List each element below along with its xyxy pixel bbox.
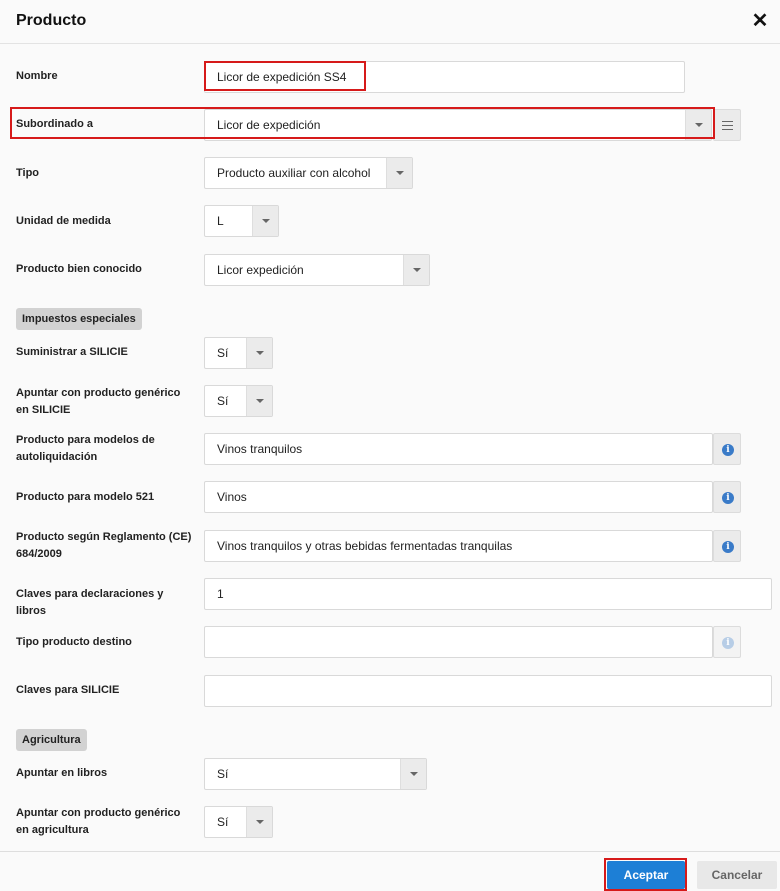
section-agricultura: Agricultura (16, 729, 87, 751)
suministrar-silicie-select[interactable]: Sí (204, 337, 273, 369)
claves-declaraciones-input[interactable]: 1 (204, 578, 772, 610)
reglamento-label: Producto según Reglamento (CE) 684/2009 (16, 531, 192, 560)
tipo-producto-destino-input[interactable] (204, 626, 713, 658)
modelo-521-label: Producto para modelo 521 (16, 491, 155, 503)
tipo-label: Tipo (16, 167, 40, 179)
nombre-input[interactable]: Licor de expedición SS4 (204, 61, 685, 93)
apuntar-generico-agricultura-label: Apuntar con producto genérico en agricul… (16, 807, 181, 836)
section-impuestos-especiales: Impuestos especiales (16, 308, 142, 330)
tipo-producto-destino-label: Tipo producto destino (16, 636, 132, 648)
modelos-autoliquidacion-info-button[interactable]: i (713, 433, 741, 465)
modelo-521-input[interactable]: Vinos (204, 481, 713, 513)
chevron-down-icon[interactable] (403, 255, 429, 285)
subordinado-select[interactable]: Licor de expedición (204, 109, 712, 141)
bien-conocido-label: Producto bien conocido (16, 263, 142, 275)
subordinado-label: Subordinado a (16, 118, 93, 130)
chevron-down-icon[interactable] (386, 158, 412, 188)
tipo-select[interactable]: Producto auxiliar con alcohol (204, 157, 413, 189)
unidad-select[interactable]: L (204, 205, 279, 237)
apuntar-libros-select[interactable]: Sí (204, 758, 427, 790)
accept-button[interactable]: Aceptar (607, 861, 685, 889)
info-icon: i (722, 444, 734, 456)
chevron-down-icon[interactable] (252, 206, 278, 236)
modelos-autoliquidacion-input[interactable]: Vinos tranquilos (204, 433, 713, 465)
reglamento-info-button[interactable]: i (713, 530, 741, 562)
modelo-521-info-button[interactable]: i (713, 481, 741, 513)
chevron-down-icon[interactable] (246, 338, 272, 368)
nombre-label: Nombre (16, 70, 58, 82)
bien-conocido-value: Licor expedición (217, 263, 304, 277)
modelos-autoliquidacion-label: Producto para modelos de autoliquidación (16, 434, 155, 463)
apuntar-generico-agricultura-value: Sí (217, 815, 229, 829)
chevron-down-icon[interactable] (400, 759, 426, 789)
subordinado-list-button[interactable] (713, 109, 741, 141)
bien-conocido-select[interactable]: Licor expedición (204, 254, 430, 286)
close-icon[interactable]: ✕ (750, 10, 770, 32)
dialog-header: Producto ✕ (0, 0, 780, 44)
chevron-down-icon[interactable] (246, 386, 272, 416)
claves-silicie-input[interactable] (204, 675, 772, 707)
info-icon: i (722, 541, 734, 553)
claves-declaraciones-label: Claves para declaraciones y libros (16, 588, 164, 617)
apuntar-generico-agricultura-select[interactable]: Sí (204, 806, 273, 838)
unidad-label: Unidad de medida (16, 215, 111, 227)
cancel-button[interactable]: Cancelar (697, 861, 777, 889)
dialog-title: Producto (16, 12, 87, 29)
chevron-down-icon[interactable] (246, 807, 272, 837)
claves-silicie-label: Claves para SILICIE (16, 684, 120, 696)
suministrar-silicie-value: Sí (217, 346, 229, 360)
apuntar-generico-silicie-select[interactable]: Sí (204, 385, 273, 417)
info-icon: i (722, 492, 734, 504)
list-menu-icon (722, 121, 733, 130)
unidad-value: L (217, 214, 224, 228)
info-icon: i (722, 637, 734, 649)
apuntar-generico-silicie-value: Sí (217, 394, 229, 408)
apuntar-libros-label: Apuntar en libros (16, 767, 108, 779)
apuntar-generico-silicie-label: Apuntar con producto genérico en SILICIE (16, 387, 181, 416)
apuntar-libros-value: Sí (217, 767, 229, 781)
subordinado-value: Licor de expedición (217, 118, 321, 132)
chevron-down-icon[interactable] (685, 110, 711, 140)
tipo-value: Producto auxiliar con alcohol (217, 166, 371, 180)
tipo-producto-destino-info-button[interactable]: i (713, 626, 741, 658)
suministrar-silicie-label: Suministrar a SILICIE (16, 346, 128, 358)
reglamento-input[interactable]: Vinos tranquilos y otras bebidas ferment… (204, 530, 713, 562)
